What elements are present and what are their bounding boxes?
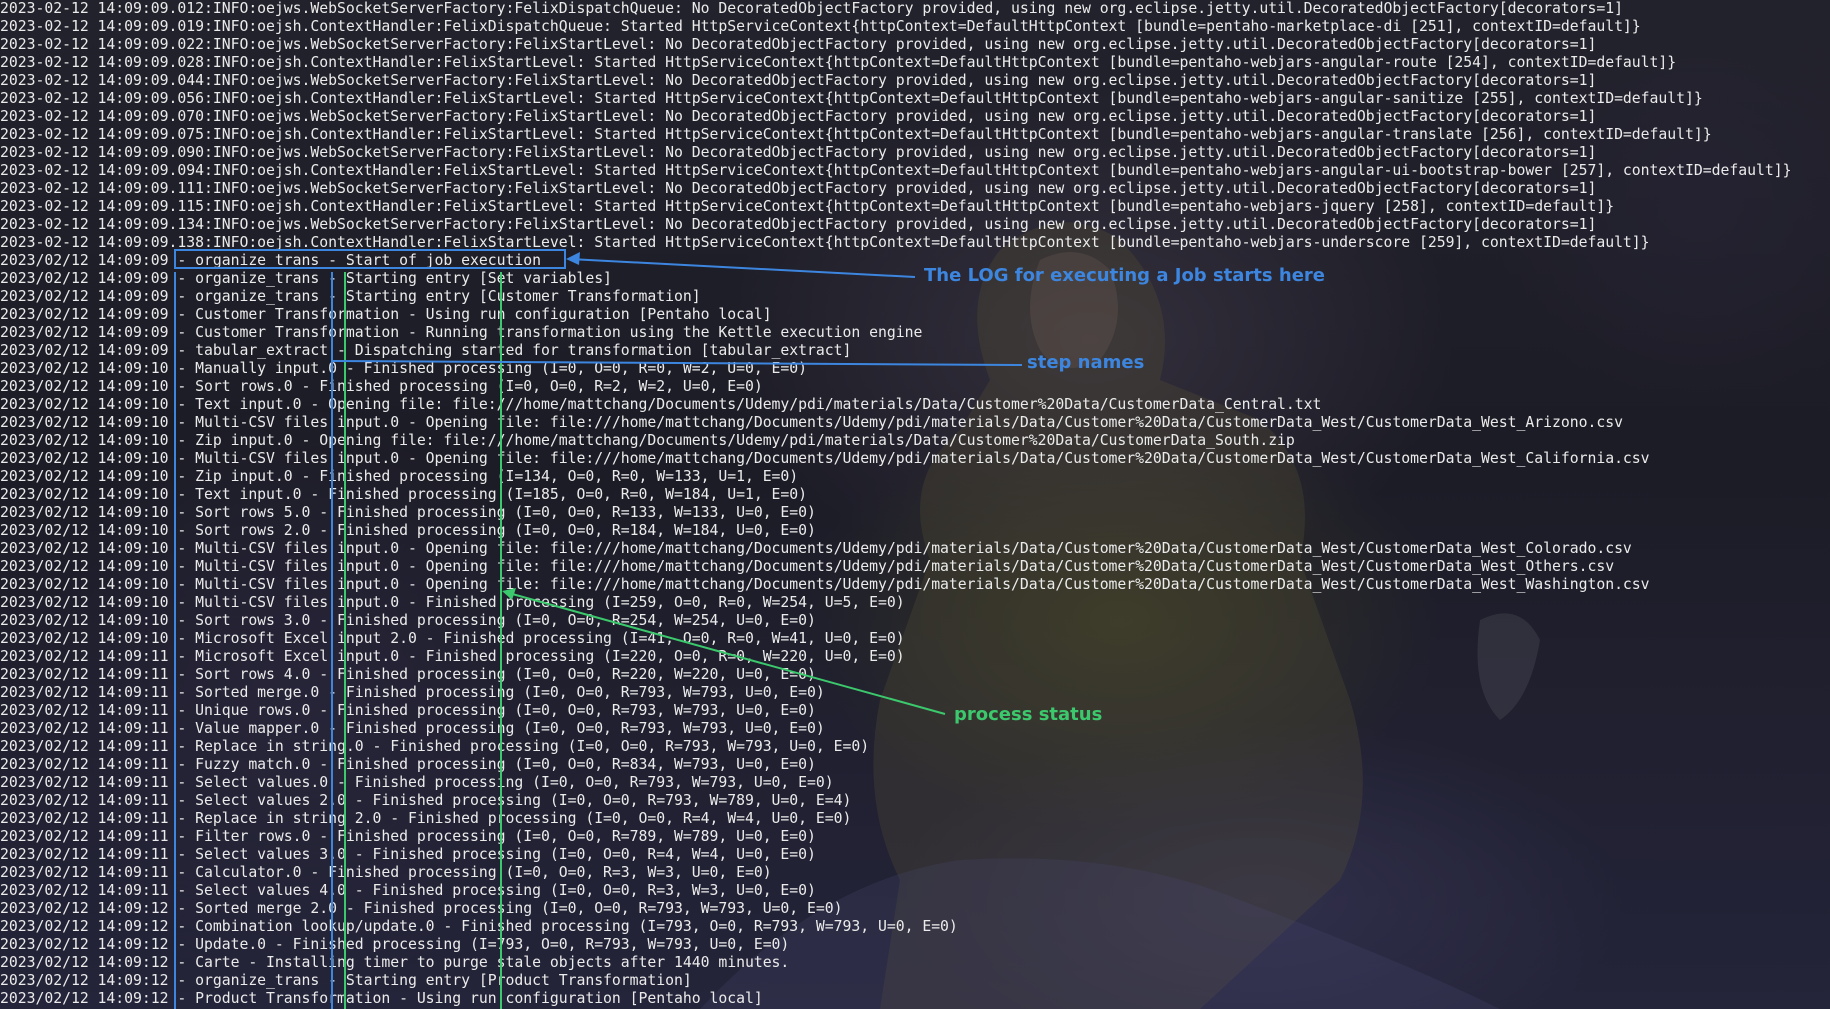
log-line: 2023/02/12 14:09:11 - Replace in string.… <box>0 738 870 755</box>
log-line: 2023/02/12 14:09:12 - Carte - Installing… <box>0 954 790 971</box>
log-line: 2023-02-12 14:09:09.138:INFO:oejsh.Conte… <box>0 234 1650 251</box>
log-line: 2023-02-12 14:09:09.134:INFO:oejws.WebSo… <box>0 216 1597 233</box>
log-line: 2023-02-12 14:09:09.028:INFO:oejsh.Conte… <box>0 54 1677 71</box>
log-line: 2023-02-12 14:09:09.070:INFO:oejws.WebSo… <box>0 108 1597 125</box>
log-line: 2023/02/12 14:09:12 - Combination lookup… <box>0 918 958 935</box>
log-line: 2023/02/12 14:09:11 - Select values 3.0 … <box>0 846 816 863</box>
log-line: 2023/02/12 14:09:10 - Zip input.0 - Open… <box>0 432 1295 449</box>
log-line: 2023/02/12 14:09:11 - Select values 4.0 … <box>0 882 816 899</box>
log-line: 2023/02/12 14:09:09 - Customer Transform… <box>0 306 772 323</box>
log-line: 2023-02-12 14:09:09.094:INFO:oejsh.Conte… <box>0 162 1792 179</box>
log-line: 2023/02/12 14:09:11 - Sort rows 4.0 - Fi… <box>0 666 816 683</box>
job-start-annotation: The LOG for executing a Job starts here <box>924 265 1325 286</box>
process-status-annotation: process status <box>954 704 1103 725</box>
log-line: 2023/02/12 14:09:12 - Product Transforma… <box>0 990 763 1007</box>
log-line: 2023/02/12 14:09:10 - Multi-CSV files in… <box>0 540 1632 557</box>
log-line: 2023/02/12 14:09:11 - Sorted merge.0 - F… <box>0 684 825 701</box>
log-line: 2023/02/12 14:09:09 - organize_trans - S… <box>0 288 701 305</box>
log-line: 2023/02/12 14:09:10 - Sort rows 3.0 - Fi… <box>0 612 816 629</box>
log-line: 2023/02/12 14:09:12 - Sorted merge 2.0 -… <box>0 900 843 917</box>
step-names-annotation: step names <box>1027 352 1145 373</box>
log-line: 2023/02/12 14:09:09 - tabular_extract - … <box>0 342 852 359</box>
log-line: 2023/02/12 14:09:10 - Manually input.0 -… <box>0 360 808 377</box>
log-line: 2023-02-12 14:09:09.019:INFO:oejsh.Conte… <box>0 18 1641 35</box>
log-line: 2023-02-12 14:09:09.090:INFO:oejws.WebSo… <box>0 144 1597 161</box>
terminal-output[interactable]: 2023-02-12 14:09:09.012:INFO:oejws.WebSo… <box>0 0 1830 1009</box>
log-line: 2023/02/12 14:09:11 - Microsoft Excel in… <box>0 648 905 665</box>
log-line: 2023/02/12 14:09:11 - Value mapper.0 - F… <box>0 720 825 737</box>
log-line: 2023-02-12 14:09:09.044:INFO:oejws.WebSo… <box>0 72 1597 89</box>
log-line: 2023/02/12 14:09:11 - Unique rows.0 - Fi… <box>0 702 816 719</box>
log-line: 2023/02/12 14:09:11 - Fuzzy match.0 - Fi… <box>0 756 816 773</box>
log-line: 2023/02/12 14:09:10 - Sort rows.0 - Fini… <box>0 378 763 395</box>
log-line: 2023/02/12 14:09:10 - Microsoft Excel in… <box>0 630 905 647</box>
log-line: 2023/02/12 14:09:10 - Multi-CSV files in… <box>0 414 1623 431</box>
log-line: 2023/02/12 14:09:10 - Multi-CSV files in… <box>0 450 1650 467</box>
log-line: 2023-02-12 14:09:09.115:INFO:oejsh.Conte… <box>0 198 1615 215</box>
log-line: 2023/02/12 14:09:12 - Update.0 - Finishe… <box>0 936 790 953</box>
log-line: 2023/02/12 14:09:09 - organize_trans - S… <box>0 270 612 287</box>
log-line: 2023/02/12 14:09:10 - Text input.0 - Ope… <box>0 396 1322 413</box>
log-line: 2023/02/12 14:09:11 - Filter rows.0 - Fi… <box>0 828 816 845</box>
log-line: 2023/02/12 14:09:09 - organize_trans - S… <box>0 252 541 269</box>
log-line: 2023/02/12 14:09:10 - Multi-CSV files in… <box>0 594 905 611</box>
log-line: 2023-02-12 14:09:09.056:INFO:oejsh.Conte… <box>0 90 1703 107</box>
log-line: 2023/02/12 14:09:10 - Zip input.0 - Fini… <box>0 468 799 485</box>
log-line: 2023/02/12 14:09:11 - Select values 2.0 … <box>0 792 852 809</box>
log-line: 2023/02/12 14:09:11 - Calculator.0 - Fin… <box>0 864 772 881</box>
log-line: 2023-02-12 14:09:09.012:INFO:oejws.WebSo… <box>0 0 1623 17</box>
log-line: 2023-02-12 14:09:09.111:INFO:oejws.WebSo… <box>0 180 1597 197</box>
log-line: 2023/02/12 14:09:09 - Customer Transform… <box>0 324 923 341</box>
log-line: 2023/02/12 14:09:12 - organize_trans - S… <box>0 972 692 989</box>
log-line: 2023-02-12 14:09:09.022:INFO:oejws.WebSo… <box>0 36 1597 53</box>
log-line: 2023/02/12 14:09:10 - Text input.0 - Fin… <box>0 486 808 503</box>
log-line: 2023/02/12 14:09:11 - Replace in string … <box>0 810 852 827</box>
log-line: 2023/02/12 14:09:11 - Select values.0 - … <box>0 774 834 791</box>
log-line: 2023/02/12 14:09:10 - Sort rows 5.0 - Fi… <box>0 504 816 521</box>
log-line: 2023/02/12 14:09:10 - Sort rows 2.0 - Fi… <box>0 522 816 539</box>
log-line: 2023/02/12 14:09:10 - Multi-CSV files in… <box>0 576 1650 593</box>
log-line: 2023-02-12 14:09:09.075:INFO:oejsh.Conte… <box>0 126 1712 143</box>
log-line: 2023/02/12 14:09:10 - Multi-CSV files in… <box>0 558 1615 575</box>
